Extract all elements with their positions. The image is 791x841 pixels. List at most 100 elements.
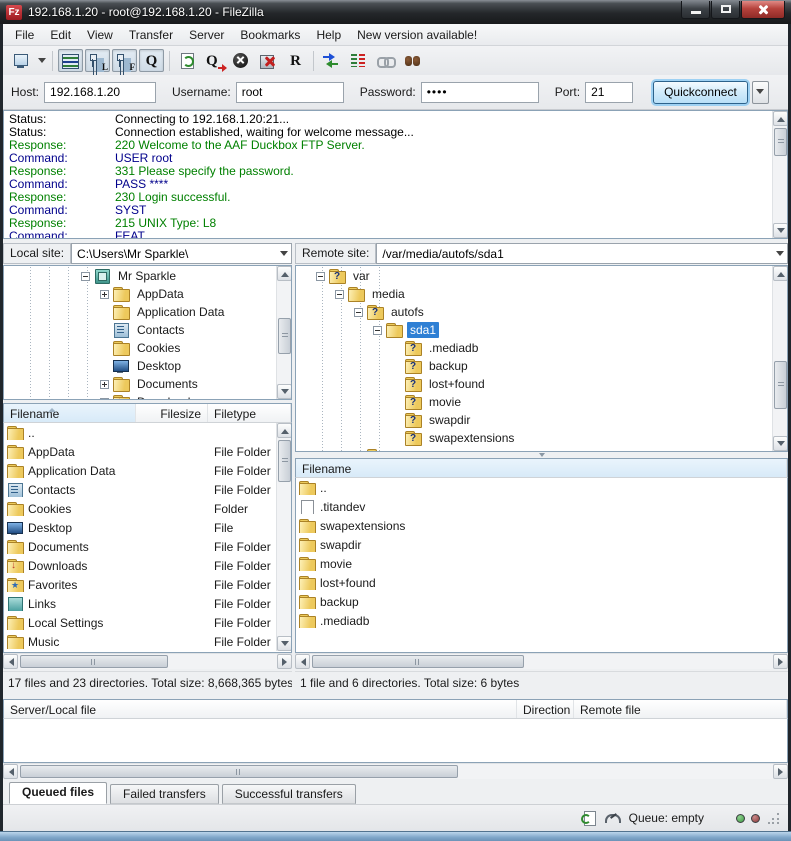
- port-input[interactable]: [585, 82, 633, 103]
- collapse-expander-icon[interactable]: [81, 272, 90, 281]
- scroll-left-button[interactable]: [295, 654, 310, 669]
- scroll-left-button[interactable]: [3, 764, 18, 779]
- tree-item[interactable]: swapextensions: [296, 429, 772, 447]
- scroll-right-button[interactable]: [277, 654, 292, 669]
- maximize-button[interactable]: [711, 1, 740, 19]
- tree-item[interactable]: Application Data: [4, 303, 276, 321]
- tree-item-selected[interactable]: sda1: [296, 321, 772, 339]
- scroll-up-button[interactable]: [277, 266, 292, 281]
- directory-comparison-button[interactable]: [319, 49, 344, 72]
- scroll-thumb[interactable]: [20, 765, 458, 778]
- password-input[interactable]: [421, 82, 539, 103]
- combo-dropdown[interactable]: [772, 244, 787, 263]
- column-header-direction[interactable]: Direction: [517, 700, 574, 718]
- log-scrollbar[interactable]: [772, 111, 787, 238]
- scroll-left-button[interactable]: [3, 654, 18, 669]
- minimize-button[interactable]: [681, 1, 710, 19]
- tree-item[interactable]: lost+found: [296, 375, 772, 393]
- menu-file[interactable]: File: [7, 25, 42, 45]
- tree-item[interactable]: Desktop: [4, 357, 276, 375]
- column-header-filename[interactable]: Filename: [296, 459, 787, 477]
- tree-item[interactable]: Mr Sparkle: [4, 267, 276, 285]
- menu-transfer[interactable]: Transfer: [121, 25, 181, 45]
- file-row[interactable]: swapextensions: [296, 516, 787, 535]
- username-input[interactable]: [236, 82, 344, 103]
- file-row[interactable]: lost+found: [296, 573, 787, 592]
- local-tree-scrollbar[interactable]: [276, 266, 291, 399]
- file-row[interactable]: .mediadb: [296, 611, 787, 630]
- expander-icon[interactable]: [100, 398, 109, 400]
- scroll-thumb[interactable]: [774, 361, 787, 409]
- disconnect-button[interactable]: [256, 49, 281, 72]
- menu-new-version-notice[interactable]: New version available!: [349, 25, 485, 45]
- scroll-down-button[interactable]: [773, 436, 788, 451]
- remote-list-hscrollbar[interactable]: [295, 653, 788, 669]
- tab-successful-transfers[interactable]: Successful transfers: [222, 784, 356, 804]
- queue-hscrollbar[interactable]: [3, 763, 788, 779]
- host-input[interactable]: [44, 82, 156, 103]
- file-row[interactable]: backup: [296, 592, 787, 611]
- toggle-log-button[interactable]: [58, 49, 83, 72]
- remote-site-combobox[interactable]: [376, 243, 788, 264]
- column-header-filename[interactable]: Filename: [4, 404, 136, 422]
- file-row[interactable]: ContactsFile Folder: [4, 480, 291, 499]
- toggle-remote-tree-button[interactable]: F: [112, 49, 137, 72]
- find-files-button[interactable]: [400, 49, 425, 72]
- speed-limits-icon[interactable]: [603, 810, 619, 826]
- column-header-server-local-file[interactable]: Server/Local file: [4, 700, 517, 718]
- quickconnect-button[interactable]: Quickconnect: [653, 81, 748, 104]
- titlebar[interactable]: Fz 192.168.1.20 - root@192.168.1.20 - Fi…: [0, 0, 791, 24]
- menu-edit[interactable]: Edit: [42, 25, 79, 45]
- scroll-thumb[interactable]: [278, 318, 291, 354]
- file-row[interactable]: DocumentsFile Folder: [4, 537, 291, 556]
- filter-listing-button[interactable]: [346, 49, 371, 72]
- tree-item[interactable]: Downloads: [4, 393, 276, 399]
- remote-site-input[interactable]: [377, 247, 772, 261]
- process-queue-button[interactable]: Q: [202, 49, 227, 72]
- tree-item[interactable]: .mediadb: [296, 339, 772, 357]
- toggle-queue-button[interactable]: Q: [139, 49, 164, 72]
- tree-item[interactable]: backup: [296, 357, 772, 375]
- expander-icon[interactable]: [373, 326, 382, 335]
- quickconnect-dropdown[interactable]: [752, 81, 769, 104]
- expander-icon[interactable]: [316, 272, 325, 281]
- tree-item[interactable]: Cookies: [4, 339, 276, 357]
- scroll-down-button[interactable]: [277, 636, 292, 651]
- file-row[interactable]: movie: [296, 554, 787, 573]
- scroll-up-button[interactable]: [773, 266, 788, 281]
- column-header-filesize[interactable]: Filesize: [136, 404, 208, 422]
- scroll-thumb[interactable]: [20, 655, 168, 668]
- refresh-button[interactable]: [175, 49, 200, 72]
- menu-help[interactable]: Help: [308, 25, 349, 45]
- tab-queued-files[interactable]: Queued files: [9, 782, 107, 804]
- scroll-down-button[interactable]: [773, 223, 788, 238]
- scroll-thumb[interactable]: [278, 440, 291, 482]
- toggle-local-tree-button[interactable]: L: [85, 49, 110, 72]
- column-header-filetype[interactable]: Filetype: [208, 404, 291, 422]
- menu-view[interactable]: View: [79, 25, 121, 45]
- local-site-input[interactable]: [72, 247, 276, 261]
- local-list-hscrollbar[interactable]: [3, 653, 292, 669]
- menu-bookmarks[interactable]: Bookmarks: [232, 25, 308, 45]
- column-header-remote-file[interactable]: Remote file: [574, 700, 787, 718]
- file-row[interactable]: DownloadsFile Folder: [4, 556, 291, 575]
- remote-tree-scrollbar[interactable]: [772, 266, 787, 451]
- file-row[interactable]: Local SettingsFile Folder: [4, 613, 291, 632]
- expand-expander-icon[interactable]: [100, 290, 109, 299]
- tree-item[interactable]: movie: [296, 393, 772, 411]
- site-manager-button[interactable]: [9, 49, 34, 72]
- file-row[interactable]: CookiesFolder: [4, 499, 291, 518]
- expander-icon[interactable]: [335, 290, 344, 299]
- expander-icon[interactable]: [354, 308, 363, 317]
- transfer-type-icon[interactable]: [581, 810, 597, 826]
- file-row[interactable]: swapdir: [296, 535, 787, 554]
- close-button[interactable]: [741, 1, 785, 19]
- file-row[interactable]: LinksFile Folder: [4, 594, 291, 613]
- tree-item[interactable]: AppData: [4, 285, 276, 303]
- tab-failed-transfers[interactable]: Failed transfers: [110, 784, 219, 804]
- expander-icon[interactable]: [100, 380, 109, 389]
- local-site-combobox[interactable]: [71, 243, 292, 264]
- local-list-scrollbar[interactable]: [276, 423, 291, 651]
- tree-item[interactable]: swapdir: [296, 411, 772, 429]
- reconnect-button[interactable]: R: [283, 49, 308, 72]
